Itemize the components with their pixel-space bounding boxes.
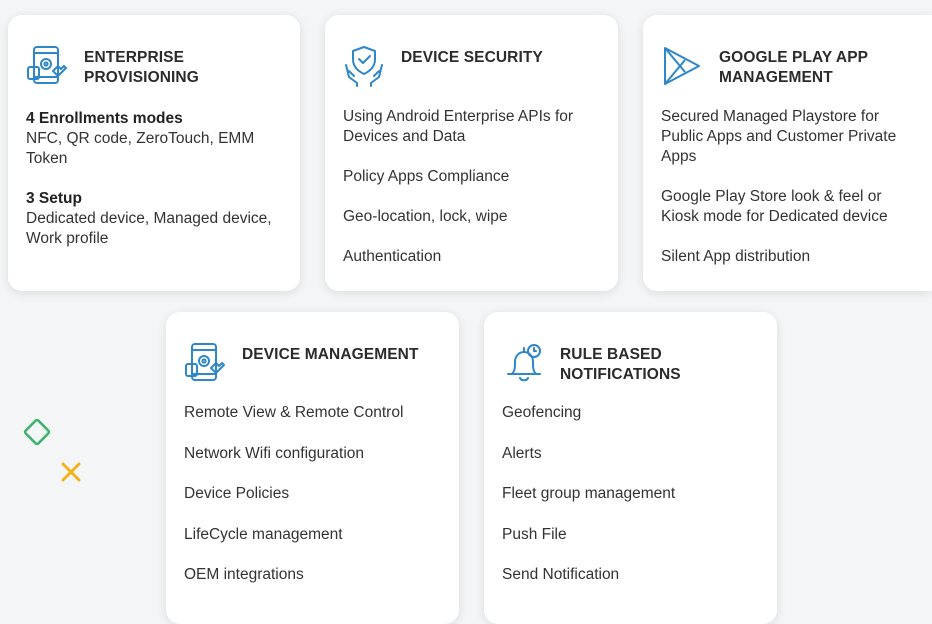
card-header: GOOGLE PLAY APP MANAGEMENT [661,45,922,93]
feature-group: 3 Setup Dedicated device, Managed device… [26,189,292,249]
list-item: LifeCycle management [184,525,343,543]
play-store-icon [664,47,700,85]
list-item: Google Play Store look & feel or Kiosk m… [661,188,888,225]
card-title: DEVICE MANAGEMENT [242,346,419,363]
feature-text: NFC, QR code, ZeroTouch, EMM [26,130,255,147]
feature-group-title: 4 Enrollments modes [26,110,183,127]
card-body: Remote View & Remote Control Network Wif… [184,403,451,606]
card-header: DEVICE MANAGEMENT [184,342,449,390]
feature-group: 4 Enrollments modes NFC, QR code, ZeroTo… [26,109,292,169]
card-title: ENTERPRISE PROVISIONING [84,49,199,86]
card-title: RULE BASED NOTIFICATIONS [560,346,681,383]
card-body: Geofencing Alerts Fleet group management… [502,403,769,606]
list-item: OEM integrations [184,566,304,583]
list-item: Send Notification [502,566,620,583]
list-item: Secured Managed Playstore for Public App… [661,108,897,165]
green-diamond-icon [23,418,51,446]
card-device-management: DEVICE MANAGEMENT Remote View & Remote C… [166,312,459,624]
list-item: Network Wifi configuration [184,444,365,462]
card-title: DEVICE SECURITY [401,49,543,66]
card-rule-based-notifications: RULE BASED NOTIFICATIONS Geofencing Aler… [484,312,777,624]
feature-text: Dedicated device, Managed device, [26,210,272,227]
card-header: DEVICE SECURITY [343,45,608,93]
list-item: Geofencing [502,404,582,421]
feature-text: Work profile [26,230,109,247]
card-google-play-management: GOOGLE PLAY APP MANAGEMENT Secured Manag… [643,15,932,291]
card-header: ENTERPRISE PROVISIONING [26,45,290,93]
feature-group-title: 3 Setup [26,190,82,207]
list-item: Silent App distribution [661,248,811,265]
list-item: Alerts [502,444,542,462]
shield-hands-icon [345,46,383,87]
card-body: Using Android Enterprise APIs for Device… [343,107,610,287]
list-item: Using Android Enterprise APIs for Device… [343,108,574,145]
list-item: Authentication [343,248,442,265]
device-settings-icon [185,343,225,381]
card-device-security: DEVICE SECURITY Using Android Enterprise… [325,15,618,291]
list-item: Push File [502,525,567,543]
list-item: Device Policies [184,485,290,502]
list-item: Geo-location, lock, wipe [343,208,508,225]
card-body: 4 Enrollments modes NFC, QR code, ZeroTo… [26,109,292,269]
list-item: Fleet group management [502,485,676,502]
list-item: Policy Apps Compliance [343,168,510,185]
yellow-cross-icon [61,462,81,482]
device-settings-icon [27,46,67,84]
feature-text: Token [26,150,68,167]
card-enterprise-provisioning: ENTERPRISE PROVISIONING 4 Enrollments mo… [8,15,300,291]
card-title: GOOGLE PLAY APP MANAGEMENT [719,49,869,86]
card-body: Secured Managed Playstore for Public App… [661,107,932,287]
card-header: RULE BASED NOTIFICATIONS [502,342,767,390]
bell-clock-icon [507,344,541,382]
list-item: Remote View & Remote Control [184,404,404,421]
